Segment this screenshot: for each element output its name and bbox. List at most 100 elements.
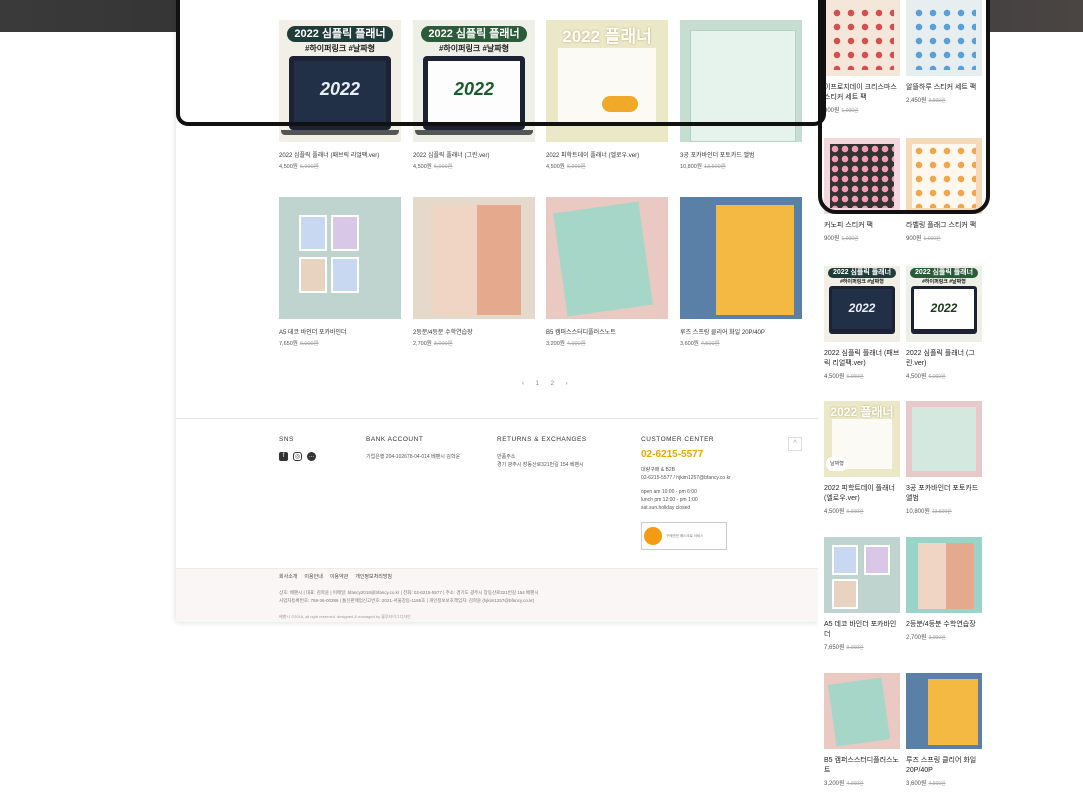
product-thumbnail[interactable] [546,197,668,319]
product-thumbnail[interactable]: 2022 심플릭 플래너 #하이퍼링크 #날짜형 2022 [824,266,900,342]
product-card[interactable]: A5 데코 바인더 포카바인더 7,650원 9,000원 [824,537,900,651]
product-name[interactable]: B5 캠퍼스스터디플러스노트 [546,327,668,336]
product-name[interactable]: 2등분/4등분 수학연습장 [413,327,535,336]
product-name[interactable]: 커노피 스티커 팩 [824,221,900,231]
product-card[interactable]: A5 데코 바인더 포카바인더 7,650원 9,000원 [279,197,401,347]
product-name[interactable]: 이프로지데이 크리스마스 스티커 세트 팩 [824,83,900,103]
product-thumbnail[interactable]: 2022 심플릭 플래너 #하이퍼링크 #날짜형 2022 [413,20,535,142]
product-thumbnail[interactable]: 2022 플래너 날짜형 [824,401,900,477]
footer-link-about[interactable]: 회사소개 [279,573,297,580]
footer-returns: RETURNS & EXCHANGES 반품주소 경기 광주시 장동산로321번… [497,436,587,469]
company-info: 상호: 베팬시 | 대표: 김학윤 | 이메일: bfancy2018@bfan… [279,590,539,595]
product-thumbnail[interactable]: 2022 심플릭 플래너 #하이퍼링크 #날짜형 2022 [906,266,982,342]
facebook-icon[interactable]: f [279,452,288,461]
lunch-hours: lunch pm 12:00 - pm 1:00 [641,497,698,503]
product-card[interactable]: 루즈 스프링 클리어 화일 20P/40P 3,600원 4,500원 [680,197,802,347]
footer-links: 회사소개 이용안내 이용약관 개인정보처리방침 [279,573,392,580]
product-thumbnail[interactable] [824,537,900,613]
footer-bank: BANK ACCOUNT 기업은행 204-102678-04-014 베팬시 … [366,436,460,461]
footer-link-guide[interactable]: 이용안내 [304,573,322,580]
product-card[interactable]: 2022 심플릭 플래너 #하이퍼링크 #날짜형 2022 2022 심플릭 플… [279,20,401,170]
product-name[interactable]: 2022 심플릭 플래너 (그린.ver) [906,349,982,369]
product-card[interactable]: 3공 포카바인더 포토카드 앨범 10,800원 13,500원 [906,401,982,515]
planner-banner: 2022 심플릭 플래너 [910,268,978,278]
product-name[interactable]: 알뜰하루 스티커 세트 팩 [906,83,982,93]
product-price: 4,500원 6,000원 [824,509,864,515]
product-card[interactable]: 이프로지데이 크리스마스 스티커 세트 팩 900원 1,000원 [824,0,900,114]
planner-subtitle: #하이퍼링크 #날짜형 [304,44,375,53]
planner-subtitle: #하이퍼링크 #날짜형 [840,279,884,285]
footer-link-terms[interactable]: 이용약관 [330,573,348,580]
product-name[interactable]: 2022 심플릭 플래너 (그린.ver) [413,150,535,159]
product-name[interactable]: 2022 심플릭 플래너 (패브릭 리얼팩.ver) [824,349,900,369]
product-card[interactable]: 커노피 스티커 팩 900원 1,000원 [824,138,900,242]
product-price: 900원 1,000원 [824,236,859,242]
product-card[interactable]: 루즈 스프링 클리어 화일 20P/40P 3,600원 4,500원 [906,673,982,787]
product-price: 3,200원 4,000원 [546,341,586,347]
product-card[interactable]: 3공 포카바인더 포토카드 앨범 10,800원 13,500원 [680,20,802,170]
laptop-image: 2022 [911,286,977,334]
kakao-icon[interactable]: … [307,452,316,461]
business-info: 사업자등록번호: 759-36-00386 | 통신판매업신고번호: 2021-… [279,598,535,603]
product-name[interactable]: 루즈 스프링 클리어 화일 20P/40P [680,327,802,336]
planner-banner: 2022 심플릭 플래너 [287,26,393,42]
product-card[interactable]: 알뜰하루 스티커 세트 팩 2,450원 3,500원 [906,0,982,104]
footer-sns: SNS f ◎ … [279,436,316,461]
product-name[interactable]: 2022 피학트데이 플래너 (엘로우.ver) [546,150,668,159]
product-name[interactable]: A5 데코 바인더 포카바인더 [279,327,401,336]
product-name[interactable]: 2022 심플릭 플래너 (패브릭 리얼팩.ver) [279,150,401,159]
product-card[interactable]: 2022 심플릭 플래너 #하이퍼링크 #날짜형 2022 2022 심플릭 플… [906,266,982,380]
pagination[interactable]: ‹ 1 2 › [522,381,573,387]
product-thumbnail[interactable] [824,138,900,214]
product-card[interactable]: 2등분/4등분 수학연습장 2,700원 3,000원 [413,197,535,347]
product-card[interactable]: 2022 플래너 2022 피학트데이 플래너 (엘로우.ver) 4,500원… [546,20,668,170]
product-thumbnail[interactable] [680,197,802,319]
product-thumbnail[interactable] [824,0,900,76]
product-name[interactable]: 3공 포카바인더 포토카드 앨범 [906,484,982,504]
returns-address: 경기 광주시 장동산로321번길 154 베팬시 [497,462,584,468]
product-name[interactable]: 2등분/4등분 수학연습장 [906,620,982,630]
planner-banner: 2022 플래너 [830,405,894,419]
product-name[interactable]: B5 캠퍼스스터디플러스노트 [824,756,900,776]
product-thumbnail[interactable] [906,138,982,214]
laptop-image: 2022 [829,286,895,334]
product-card[interactable]: B5 캠퍼스스터디플러스노트 3,200원 4,000원 [824,673,900,787]
product-name[interactable]: A5 데코 바인더 포카바인더 [824,620,900,640]
b2b-contact[interactable]: 02-6215-5577 / hjkim1257@bfancy.co.kr [641,474,731,482]
bank-heading: BANK ACCOUNT [366,436,424,443]
product-thumbnail[interactable]: 2022 플래너 [546,20,668,142]
product-card[interactable]: B5 캠퍼스스터디플러스노트 3,200원 4,000원 [546,197,668,347]
product-card[interactable]: 2022 플래너 날짜형 2022 피학트데이 플래너 (엘로우.ver) 4,… [824,401,900,515]
product-thumbnail[interactable] [824,673,900,749]
product-card[interactable]: 라벨링 플래그 스티커 팩 900원 1,000원 [906,138,982,242]
product-price: 10,800원 13,500원 [680,164,726,170]
product-card[interactable]: 2022 심플릭 플래너 #하이퍼링크 #날짜형 2022 2022 심플릭 플… [413,20,535,170]
product-card[interactable]: 2등분/4등분 수학연습장 2,700원 3,000원 [906,537,982,641]
product-thumbnail[interactable] [906,0,982,76]
product-name[interactable]: 3공 포카바인더 포토카드 앨범 [680,150,802,159]
product-thumbnail[interactable] [906,401,982,477]
product-price: 4,500원 6,000원 [824,374,864,380]
product-thumbnail[interactable]: 2022 심플릭 플래너 #하이퍼링크 #날짜형 2022 [279,20,401,142]
product-price: 2,700원 3,000원 [906,635,946,641]
scroll-top-button[interactable]: ^ [788,437,802,451]
product-price: 2,700원 3,000원 [413,341,453,347]
product-price: 3,600원 4,500원 [906,781,946,787]
product-price: 900원 1,000원 [824,108,859,114]
product-thumbnail[interactable] [680,20,802,142]
product-card[interactable]: 2022 심플릭 플래너 #하이퍼링크 #날짜형 2022 2022 심플릭 플… [824,266,900,380]
customer-phone[interactable]: 02-6215-5577 [641,449,731,460]
product-thumbnail[interactable] [906,673,982,749]
product-thumbnail[interactable] [413,197,535,319]
product-price: 7,650원 9,000원 [824,645,864,651]
product-name[interactable]: 라벨링 플래그 스티커 팩 [906,221,982,231]
product-price: 900원 1,000원 [906,236,941,242]
product-name[interactable]: 2022 피학트데이 플래너 (엘로우.ver) [824,484,900,504]
product-name[interactable]: 루즈 스프링 클리어 화일 20P/40P [906,756,982,776]
escrow-badge[interactable]: 구매안전 에스크로 서비스 [641,522,727,550]
footer-link-privacy[interactable]: 개인정보처리방침 [355,573,392,580]
instagram-icon[interactable]: ◎ [293,452,302,461]
product-thumbnail[interactable] [906,537,982,613]
product-thumbnail[interactable] [279,197,401,319]
footer-bottom: 회사소개 이용안내 이용약관 개인정보처리방침 상호: 베팬시 | 대표: 김학… [176,568,818,622]
